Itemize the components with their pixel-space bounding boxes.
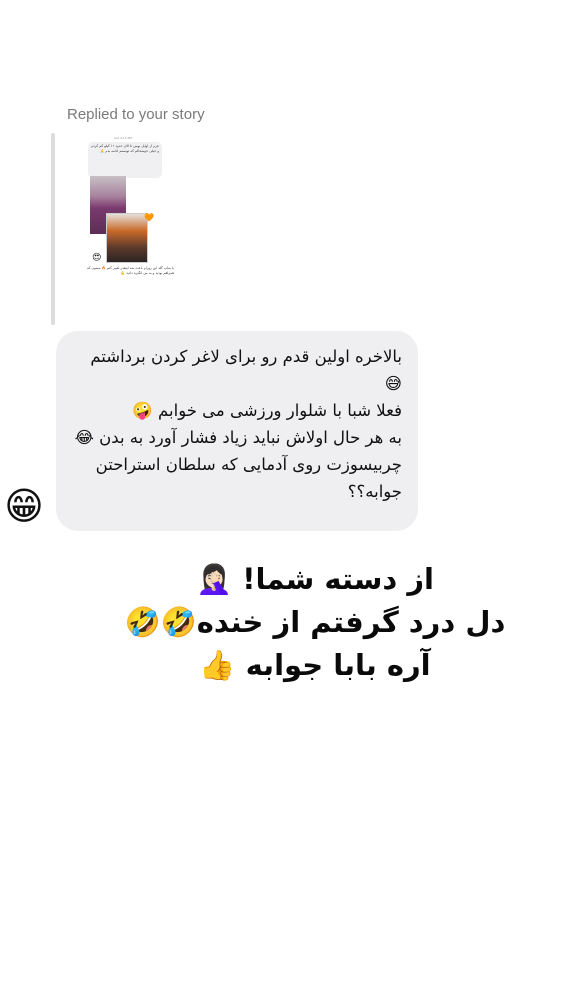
overlay-line-1: از دسته شما! 🤦🏻‍♀️ — [196, 562, 434, 596]
overlay-line-2: دل درد گرفتم از خنده🤣🤣 — [124, 605, 506, 639]
story-preview-photo-after — [106, 213, 148, 263]
reply-label: Replied to your story — [67, 106, 205, 123]
story-preview[interactable]: Sat 4:15 PM عزم از اوایل بهمن تا الان حد… — [78, 133, 176, 293]
story-preview-bubble: عزم از اوایل بهمن تا الان حدود ۱۱ کیلو ک… — [88, 142, 162, 178]
message-line-3: به هر حال اولاش نباید زیاد فشار آورد به … — [74, 428, 402, 447]
story-preview-emoji: 😍 — [92, 253, 102, 263]
overlay-line-3: آره بابا جوابه 👍 — [199, 648, 431, 682]
story-preview-header: Sat 4:15 PM — [114, 136, 132, 140]
message-line-2: فعلا شبا با شلوار ورزشی می خوابم 🤪 — [132, 401, 402, 420]
sender-avatar[interactable]: 😁 — [2, 484, 46, 528]
message-line-1: بالاخره اولین قدم رو برای لاغر کردن بردا… — [90, 347, 402, 393]
message-bubble[interactable]: بالاخره اولین قدم رو برای لاغر کردن بردا… — [56, 331, 418, 531]
story-preview-caption: با شاپ گلد این روزام باعث شد اینقدر تغیی… — [87, 266, 174, 275]
overlay-text: از دسته شما! 🤦🏻‍♀️ دل درد گرفتم از خنده🤣… — [100, 558, 530, 687]
story-preview-side-emoji: 🧡 — [144, 213, 154, 222]
quote-bar — [51, 133, 55, 325]
message-line-4: چربیسوزت روی آدمایی که سلطان استراحتن جو… — [95, 455, 402, 501]
